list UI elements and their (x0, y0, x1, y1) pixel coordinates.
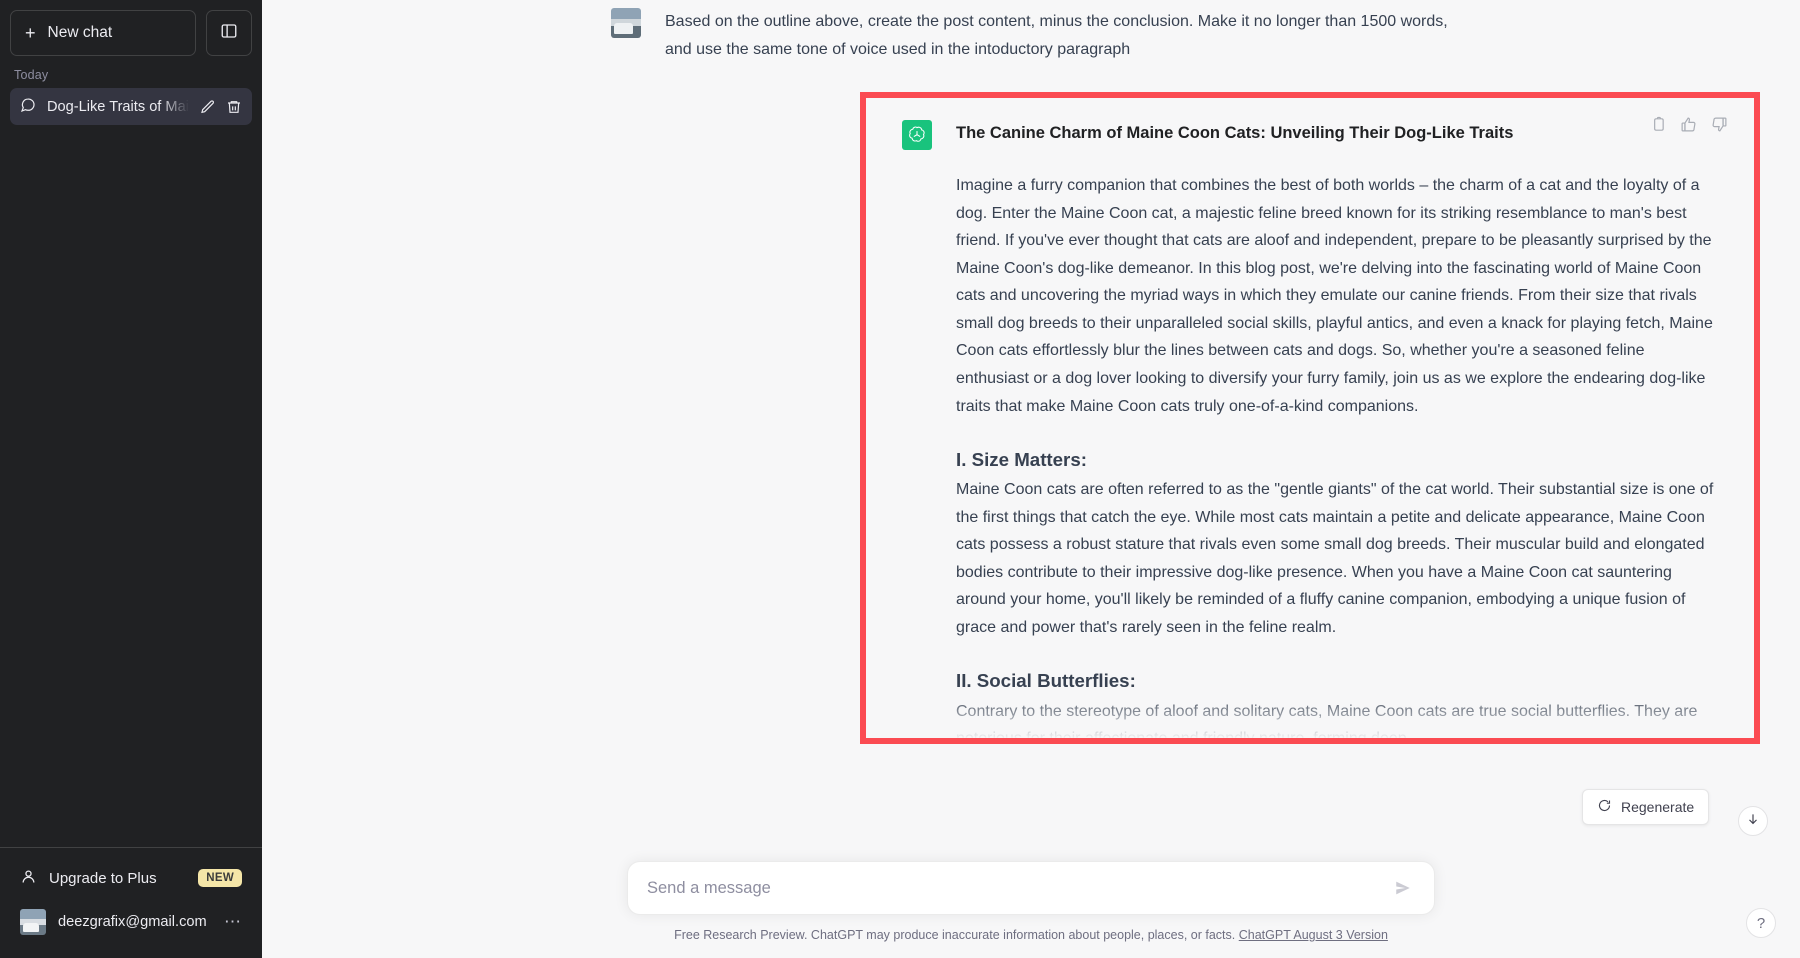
trash-icon[interactable] (226, 99, 242, 115)
assistant-message-highlight: The Canine Charm of Maine Coon Cats: Unv… (860, 92, 1760, 744)
user-message-body: Based on the outline above, create the p… (665, 8, 1451, 63)
scroll-to-bottom-button[interactable] (1738, 806, 1768, 836)
section-heading: I. Size Matters: (956, 449, 1087, 471)
message-composer[interactable] (627, 861, 1435, 915)
thumbs-down-icon[interactable] (1711, 116, 1728, 133)
plus-icon: + (25, 23, 36, 43)
sidebar-collapse-icon (220, 22, 238, 45)
arrow-down-icon (1746, 812, 1760, 831)
chat-history-item-label: Dog-Like Traits of Main (47, 98, 189, 115)
assistant-section: II. Social Butterflies: Contrary to the … (956, 665, 1720, 744)
send-button[interactable] (1388, 873, 1418, 903)
refresh-icon (1597, 798, 1612, 816)
person-icon (20, 868, 37, 889)
user-message: Based on the outline above, create the p… (262, 0, 1800, 82)
composer-area: Free Research Preview. ChatGPT may produ… (262, 861, 1800, 958)
footer-disclaimer: Free Research Preview. ChatGPT may produ… (674, 928, 1388, 942)
chat-item-actions (200, 99, 242, 115)
assistant-section: I. Size Matters: Maine Coon cats are oft… (956, 444, 1720, 641)
disclaimer-text: Free Research Preview. ChatGPT may produ… (674, 928, 1236, 942)
sidebar-top: + New chat (0, 0, 262, 56)
sidebar-footer: Upgrade to Plus NEW deezgrafix@gmail.com… (0, 847, 262, 958)
history-group-label: Today (14, 68, 49, 82)
regenerate-label: Regenerate (1621, 799, 1695, 815)
section-body: Maine Coon cats are often referred to as… (956, 481, 1714, 636)
account-email: deezgrafix@gmail.com (58, 914, 207, 930)
user-message-text: Based on the outline above, create the p… (665, 13, 1448, 58)
avatar (20, 909, 46, 935)
account-button[interactable]: deezgrafix@gmail.com ⋯ (10, 900, 252, 944)
sidebar-collapse-button[interactable] (206, 10, 252, 56)
sidebar: + New chat Today Dog-Like Traits of Main… (0, 0, 262, 958)
section-body: Contrary to the stereotype of aloof and … (956, 702, 1698, 744)
upgrade-to-plus-button[interactable]: Upgrade to Plus NEW (10, 856, 252, 900)
assistant-message-body: The Canine Charm of Maine Coon Cats: Unv… (956, 120, 1720, 744)
assistant-message-actions (1649, 116, 1728, 133)
pencil-icon[interactable] (200, 99, 216, 115)
ellipsis-icon[interactable]: ⋯ (224, 912, 242, 932)
chat-history: Today Dog-Like Traits of Main (0, 56, 262, 847)
question-mark-icon: ? (1756, 914, 1766, 932)
chatgpt-app: + New chat Today Dog-Like Traits of Main… (0, 0, 1800, 958)
new-chat-button[interactable]: + New chat (10, 10, 196, 56)
upgrade-label: Upgrade to Plus (49, 869, 157, 887)
main-panel: Based on the outline above, create the p… (262, 0, 1800, 958)
version-link[interactable]: ChatGPT August 3 Version (1239, 928, 1388, 942)
conversation-thread[interactable]: Based on the outline above, create the p… (262, 0, 1800, 958)
new-chat-label: New chat (47, 24, 113, 41)
openai-logo-icon (902, 120, 932, 150)
regenerate-button[interactable]: Regenerate (1582, 789, 1710, 825)
message-bubble-icon (20, 97, 36, 117)
section-heading: II. Social Butterflies: (956, 670, 1136, 692)
help-button[interactable]: ? (1746, 908, 1776, 938)
chat-history-item[interactable]: Dog-Like Traits of Main (10, 88, 252, 125)
assistant-post-title: The Canine Charm of Maine Coon Cats: Unv… (956, 124, 1514, 142)
new-badge: NEW (198, 869, 242, 887)
copy-icon[interactable] (1649, 116, 1666, 133)
message-input[interactable] (647, 862, 1388, 914)
thumbs-up-icon[interactable] (1680, 116, 1697, 133)
assistant-message: The Canine Charm of Maine Coon Cats: Unv… (866, 98, 1754, 744)
user-photo-avatar (611, 8, 641, 38)
assistant-intro-paragraph: Imagine a furry companion that combines … (956, 177, 1713, 415)
